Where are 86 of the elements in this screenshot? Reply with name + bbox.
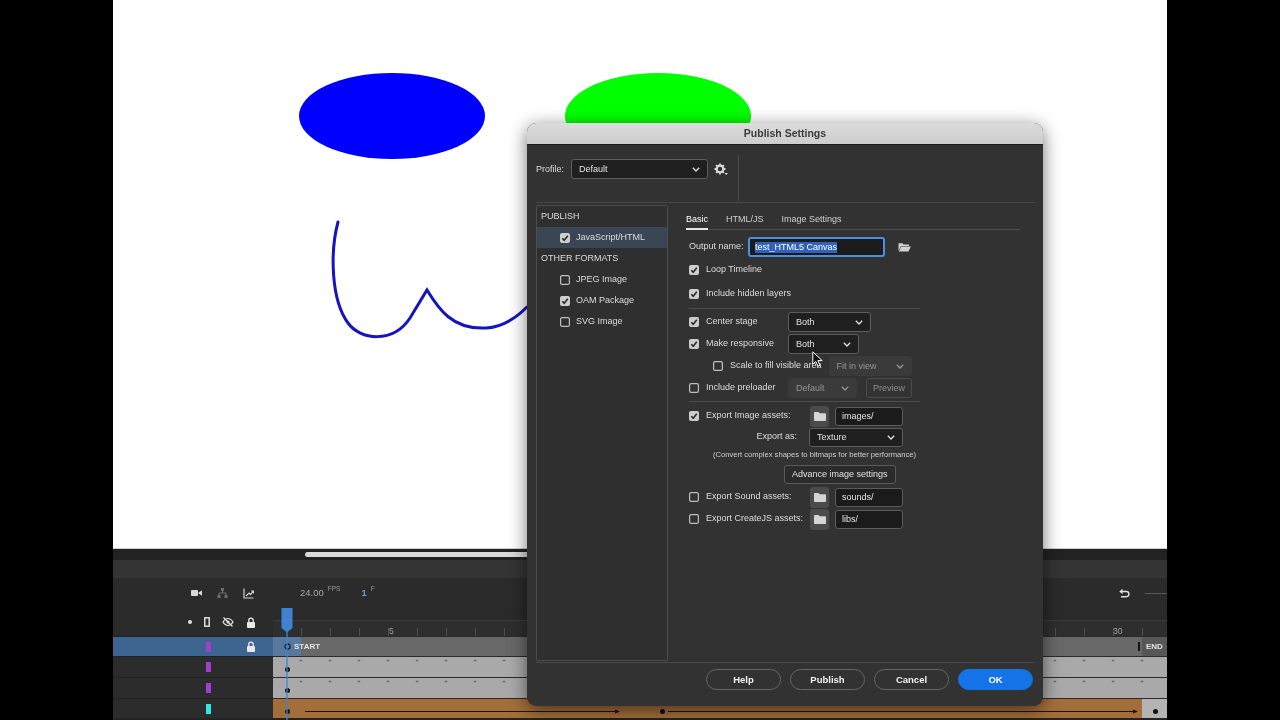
keyframe-icon (659, 709, 665, 714)
tab[interactable]: HTML/JS (726, 210, 764, 230)
checkbox[interactable] (689, 514, 699, 524)
video-camera-icon[interactable] (191, 589, 202, 597)
checkbox[interactable] (689, 339, 699, 349)
tab[interactable]: Image Settings (781, 210, 842, 230)
checkbox[interactable] (689, 317, 699, 327)
checkbox[interactable] (560, 232, 570, 243)
path-field[interactable]: sounds/ (835, 487, 903, 507)
folder-button[interactable] (810, 508, 829, 530)
option-label: Center stage (706, 317, 759, 327)
image-settings-button[interactable]: Advance image settings (784, 465, 896, 484)
lock-icon[interactable] (246, 641, 256, 652)
frame-rate-value: 24.00 (300, 588, 324, 598)
folder-icon (813, 411, 826, 421)
frame-label: END (1142, 637, 1167, 656)
checkbox[interactable] (560, 295, 570, 306)
folder-icon (813, 514, 826, 524)
checkbox[interactable] (713, 361, 723, 371)
dropdown[interactable]: Both (788, 312, 871, 332)
keyframe-icon (1152, 709, 1158, 714)
format-label: OAM Package (576, 295, 635, 306)
chevron-down-icon (887, 434, 895, 440)
folder-icon[interactable] (898, 242, 911, 252)
ruler-label: 30 (1113, 626, 1123, 635)
option-label: Make responsive (706, 339, 776, 349)
hierarchy-icon[interactable] (217, 588, 228, 598)
folder-button[interactable] (810, 486, 829, 508)
format-item[interactable]: OAM Package (537, 290, 667, 311)
checkbox[interactable] (560, 316, 570, 327)
field-label: Output name: (689, 242, 745, 252)
layer-row[interactable] (113, 636, 273, 656)
path-field[interactable]: images/ (835, 406, 903, 426)
keyframe-icon (284, 709, 290, 714)
option-label: Export CreateJS assets: (706, 514, 805, 524)
checkbox[interactable] (689, 492, 699, 502)
option-label: Loop Timeline (706, 265, 763, 275)
checkbox[interactable] (689, 383, 699, 393)
option-label: Export Sound assets: (706, 492, 793, 502)
lock-icon[interactable] (246, 616, 256, 628)
keyframe-icon (284, 688, 290, 693)
field-label: Export as: (755, 432, 797, 442)
line-chart-icon[interactable] (243, 587, 254, 599)
gear-icon[interactable] (714, 163, 728, 175)
outline-icon[interactable] (204, 617, 210, 627)
playhead-handle[interactable] (281, 608, 293, 720)
format-label: JavaScript/HTML (576, 232, 646, 243)
current-frame-value: 1 (361, 588, 367, 598)
tab[interactable]: Basic (686, 210, 708, 230)
folder-icon (813, 492, 826, 502)
section-heading: PUBLISH (540, 209, 581, 223)
section-heading: OTHER FORMATS (540, 251, 620, 265)
chevron-down-icon (855, 319, 863, 325)
dropdown[interactable]: Both (788, 334, 859, 354)
profile-dropdown[interactable]: Default (571, 159, 708, 179)
keyframe-icon (283, 643, 291, 650)
ruler-label: 5 (389, 626, 394, 635)
checkbox[interactable] (560, 274, 570, 285)
dialog-title: Publish Settings (743, 128, 827, 139)
frame-label: START (294, 642, 321, 651)
format-item[interactable]: SVG Image (537, 311, 667, 332)
option-label: Include hidden layers (706, 289, 792, 299)
output-name-field[interactable]: test_HTML5 Canvas (748, 237, 885, 257)
path-field[interactable]: libs/ (835, 509, 903, 529)
format-label: JPEG Image (576, 274, 628, 285)
chevron-down-icon (841, 385, 849, 391)
checkbox[interactable] (689, 289, 699, 299)
dialog-button[interactable]: OK (958, 669, 1033, 690)
eye-slash-icon[interactable] (222, 617, 234, 627)
chevron-down-icon (843, 341, 851, 347)
profile-label: Profile: (536, 163, 564, 176)
chevron-down-icon (895, 363, 904, 369)
checkbox[interactable] (689, 265, 699, 275)
folder-button[interactable] (810, 405, 829, 427)
option-label: Export Image assets: (706, 411, 792, 421)
dot-icon[interactable] (188, 620, 192, 624)
keyframe-icon (284, 667, 290, 672)
option-label: Include preloader (706, 383, 777, 393)
format-item[interactable]: JPEG Image (537, 269, 667, 290)
dropdown[interactable]: Texture (809, 427, 903, 447)
format-label: SVG Image (576, 316, 623, 327)
format-item[interactable]: JavaScript/HTML (537, 227, 667, 248)
curved-arrow-icon[interactable] (1119, 588, 1130, 598)
chevron-down-icon (692, 166, 700, 172)
checkbox[interactable] (689, 411, 699, 421)
scrollbar-thumb[interactable] (305, 552, 527, 557)
